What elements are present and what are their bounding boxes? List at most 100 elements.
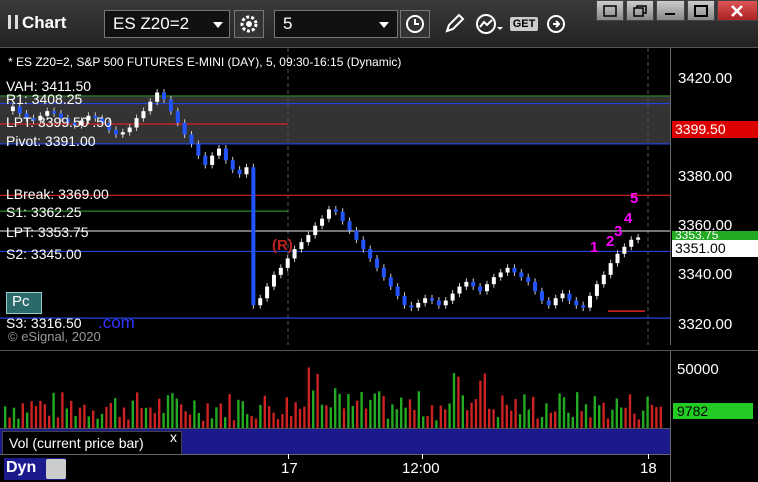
chevron-down-icon[interactable] (213, 22, 223, 28)
link-icon (547, 15, 565, 33)
volume-current-flag: 9782 (673, 403, 753, 419)
volume-bar (474, 399, 478, 429)
volume-study-label[interactable]: Vol (current price bar) (2, 431, 182, 455)
volume-bar (215, 407, 218, 429)
volume-bar (351, 406, 354, 429)
volume-bar (92, 410, 95, 429)
volume-bar (342, 408, 346, 429)
volume-bar (378, 391, 381, 429)
volume-bar (501, 395, 504, 429)
level-label-lpt-lower: LPT: 3353.75 (6, 224, 89, 240)
settings-button[interactable] (234, 10, 264, 38)
candle-body (354, 230, 359, 240)
chart-header: * ES Z20=2, S&P 500 FUTURES E-MINI (DAY)… (8, 55, 402, 69)
count-label-4: 4 (624, 210, 633, 227)
candle-body (443, 300, 448, 306)
candle-body (340, 211, 345, 222)
candle-body (134, 118, 139, 128)
candle-body (553, 298, 558, 306)
candle-body (148, 101, 153, 112)
candle-body (484, 284, 489, 292)
volume-bar (307, 367, 310, 429)
candle-body (292, 249, 297, 259)
volume-bar (83, 404, 86, 429)
volume-bar (39, 400, 42, 429)
pc-button[interactable]: Pc (6, 292, 42, 314)
volume-bar (237, 399, 240, 429)
candle-body (17, 106, 22, 114)
volume-bar (171, 393, 174, 429)
volume-bar (404, 407, 407, 429)
time-tick-label: 18 (640, 460, 657, 477)
candle-body (375, 258, 380, 268)
volume-bar (439, 405, 442, 429)
candle-body (347, 221, 352, 231)
price-flag-last: 3351.00 (672, 240, 758, 257)
candle-body (10, 106, 15, 112)
candle-body (478, 286, 483, 292)
candle-body (113, 129, 118, 135)
volume-bar (12, 407, 16, 429)
volume-bar (149, 407, 152, 429)
price-tick-label: 3420.00 (678, 70, 733, 87)
menu-window-button[interactable] (596, 0, 625, 21)
time-axis[interactable] (0, 454, 670, 482)
price-scale[interactable] (670, 48, 758, 345)
restore-button[interactable] (626, 0, 655, 21)
candle-body (244, 167, 249, 175)
volume-bar (532, 396, 535, 429)
volume-bar (408, 399, 412, 429)
volume-pane[interactable] (0, 350, 670, 429)
time-button[interactable] (400, 10, 430, 38)
candle-body (574, 300, 579, 306)
volume-study-close-button[interactable]: x (170, 429, 177, 445)
link-button[interactable] (544, 10, 568, 38)
interval-input[interactable]: 5 (274, 10, 398, 38)
get-button[interactable]: GET (506, 10, 542, 38)
lock-icon[interactable] (46, 459, 66, 479)
level-label-s3: S3: 3316.50 (6, 315, 82, 331)
volume-bar (48, 415, 51, 429)
volume-bar (650, 404, 654, 429)
candle-body (546, 300, 551, 306)
price-flag-lpt-lower: 3353.75 (672, 231, 758, 240)
volume-bar (65, 408, 68, 429)
maximize-icon (693, 4, 708, 17)
price-tick-label: 3340.00 (678, 266, 733, 283)
candle-body (189, 134, 194, 144)
candle-body (368, 249, 373, 259)
volume-bar (105, 406, 108, 429)
maximize-button[interactable] (686, 0, 715, 21)
watermark-text: .com (98, 313, 135, 332)
volume-bar (413, 409, 416, 429)
volume-bar (316, 373, 319, 429)
volume-bar (140, 407, 143, 429)
window-controls (594, 0, 758, 22)
minimize-button[interactable] (656, 0, 685, 21)
candle-body (402, 295, 407, 306)
candle-body (601, 274, 606, 285)
dynamic-mode-button[interactable]: Dyn (4, 458, 66, 480)
time-tick-label: 12:00 (402, 460, 440, 477)
volume-bar (598, 405, 601, 429)
close-button[interactable] (716, 0, 758, 21)
volume-scale[interactable]: 50000 9782 (670, 350, 758, 428)
candle-body (258, 298, 263, 306)
volume-bar (624, 407, 627, 429)
study-button[interactable] (474, 10, 504, 38)
volume-bar (642, 410, 645, 429)
volume-bar (70, 400, 73, 429)
volume-bar (395, 409, 398, 429)
volume-bar (144, 407, 148, 429)
candle-body (175, 111, 180, 123)
candle-body (182, 122, 187, 135)
app-menu-icon[interactable] (8, 15, 18, 29)
chevron-down-icon[interactable] (379, 22, 389, 28)
copyright-text: © eSignal, 2020 (8, 329, 101, 344)
volume-bar (30, 401, 33, 429)
symbol-input[interactable]: ES Z20=2 (104, 10, 230, 38)
draw-button[interactable] (440, 10, 468, 38)
candle-body (237, 169, 242, 175)
volume-bar (285, 397, 288, 429)
volume-bar (334, 388, 337, 429)
